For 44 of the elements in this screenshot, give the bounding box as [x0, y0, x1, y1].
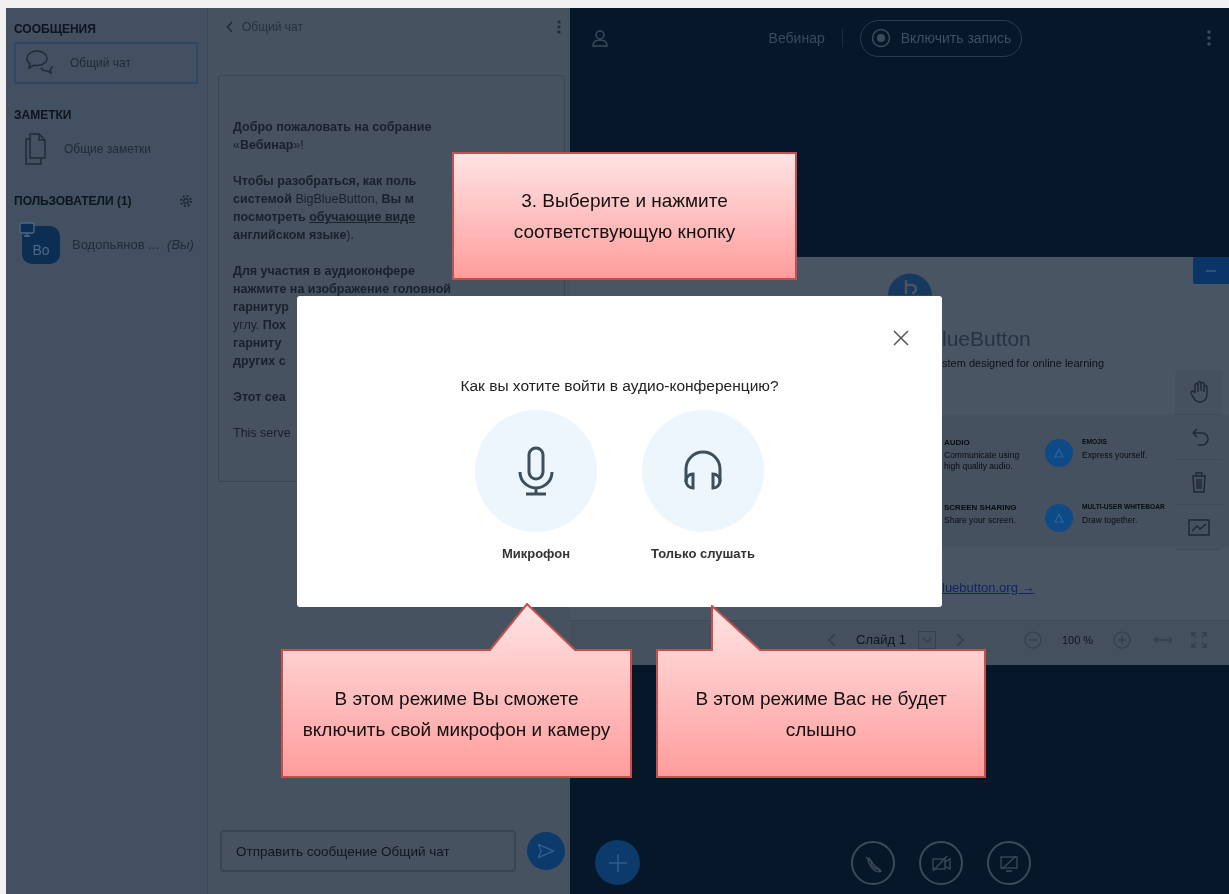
send-icon — [537, 843, 555, 859]
dialog-question: Как вы хотите войти в аудио-конференцию? — [460, 376, 779, 396]
close-button[interactable] — [891, 328, 911, 348]
feature-icon — [1045, 439, 1073, 467]
plus-icon — [608, 853, 627, 872]
option-label: Микрофон — [501, 545, 571, 563]
feature-title: AUDIO — [944, 437, 970, 449]
section-heading: ПОЛЬЗОВАТЕЛИ (1) — [14, 193, 132, 210]
user-icon[interactable] — [592, 29, 608, 47]
slide-tagline: stem designed for online learning — [942, 356, 1105, 371]
option-label: Только слушать — [651, 545, 755, 563]
camera-off-icon — [931, 853, 951, 873]
settings-icon[interactable] — [179, 194, 193, 208]
section-heading: СООБЩЕНИЯ — [14, 21, 96, 38]
feature-title: SCREEN SHARING — [944, 502, 1017, 514]
message-input[interactable]: Отправить сообщение Общий чат — [220, 830, 516, 872]
feature-text: Draw together. — [1082, 515, 1139, 526]
section-heading: ЗАМЕТКИ — [14, 107, 72, 124]
feature-text: Express yourself. — [1082, 450, 1149, 461]
feature-text: Share your screen. — [944, 515, 1017, 526]
minus-icon — [1206, 269, 1216, 272]
send-button[interactable] — [527, 832, 565, 870]
documents-icon — [24, 133, 48, 165]
screen-off-icon — [999, 853, 1019, 873]
hand-tool-button[interactable] — [1175, 370, 1222, 415]
add-button[interactable] — [595, 840, 640, 885]
callout-text: В этом режиме Вас не будет слышно — [694, 687, 948, 742]
feature-icon — [1045, 504, 1073, 532]
slide-number: Слайд 1 — [856, 631, 906, 650]
close-icon — [893, 330, 909, 346]
feature-text: Communicate using high quality audio. — [944, 450, 1021, 472]
callout-text: 3. Выберите и нажмите соответствующую кнопку — [512, 189, 737, 244]
slide-select[interactable] — [917, 631, 936, 649]
chevron-left-icon[interactable] — [226, 21, 234, 33]
minimize-button[interactable] — [1193, 257, 1229, 284]
camera-button[interactable] — [919, 841, 963, 885]
mute-button[interactable] — [851, 841, 895, 885]
zoom-level: 100 % — [1061, 632, 1094, 648]
callout-text: В этом режиме Вы сможете включить свой микрофон и камеру — [301, 687, 612, 742]
record-icon — [870, 28, 891, 48]
more-options-icon[interactable] — [557, 20, 561, 34]
more-options-icon[interactable] — [1207, 30, 1211, 46]
avatar-initials: Bo — [32, 241, 50, 260]
screen-share-button[interactable] — [987, 841, 1031, 885]
